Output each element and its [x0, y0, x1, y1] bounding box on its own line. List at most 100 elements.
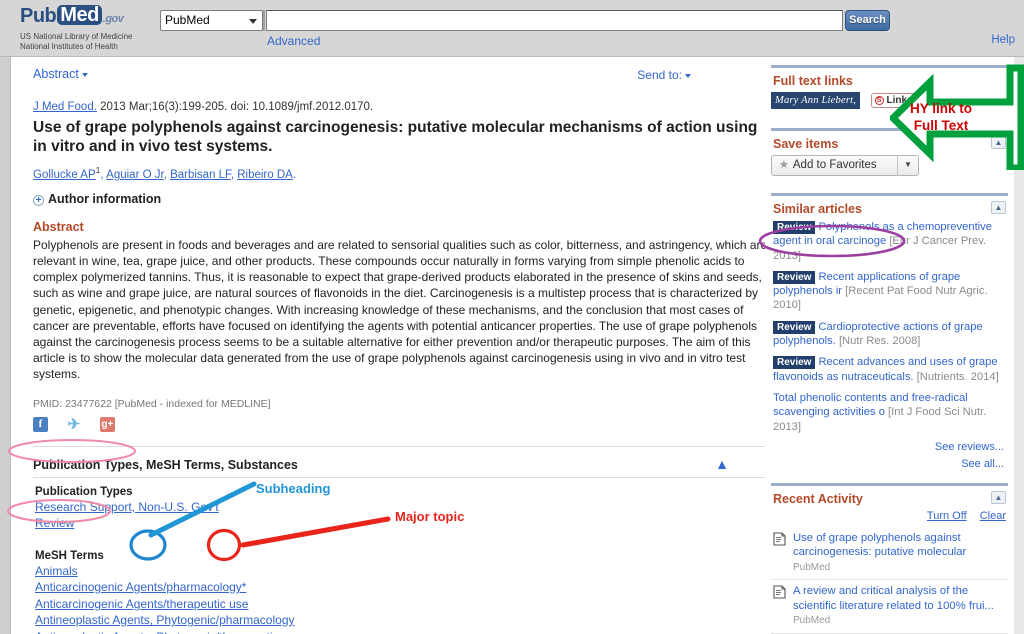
similar-article-item[interactable]: Review Polyphenols as a chemopreventive a…	[773, 220, 1008, 263]
logo-wordmark: Pub Med .gov	[20, 5, 160, 29]
logo-subtitle-line2: National Institutes of Health	[20, 41, 118, 51]
review-badge: Review	[773, 221, 816, 234]
full-text-links-row: Mary Ann Liebert, S Links	[771, 92, 1008, 110]
linkout-icon: S	[874, 96, 884, 106]
review-badge: Review	[773, 320, 816, 334]
review-badge: Review	[773, 356, 816, 370]
document-icon	[773, 585, 786, 599]
star-icon: ★	[779, 159, 789, 171]
author-information-toggle[interactable]: + Author information	[33, 192, 751, 206]
site-header: Pub Med .gov US National Library of Medici…	[0, 0, 1024, 57]
article-title: Use of grape polyphenols against carcino…	[33, 119, 758, 155]
page-scrollbar-right[interactable]	[1014, 57, 1024, 634]
recent-activity-title[interactable]: Use of grape polyphenols against carcino…	[793, 532, 966, 559]
publisher-logo-link[interactable]: Mary Ann Liebert,	[771, 92, 861, 110]
sidebar-divider	[771, 482, 1008, 486]
linkout-links-button[interactable]: S Links	[870, 93, 919, 109]
similar-article-item[interactable]: Review Cardioprotective actions of grape …	[773, 320, 1008, 349]
collapse-mesh-section-button[interactable]: ▲	[715, 456, 729, 472]
pubmed-abstract-page: Pub Med .gov US National Library of Medici…	[0, 0, 1024, 634]
mesh-terms-group: MeSH Terms Animals Anticarcinogenic Agen…	[23, 550, 751, 634]
publication-types-group: Publication Types Research Support, Non-…	[23, 486, 751, 532]
similar-article-item[interactable]: Total phenolic contents and free-radical…	[773, 391, 1008, 434]
publication-types-title: Publication Types	[35, 485, 133, 498]
sidebar-divider	[771, 128, 1008, 131]
full-text-links-label: Full text links	[773, 74, 853, 88]
author-4[interactable]: Ribeiro DA	[237, 169, 293, 181]
mesh-section-heading: Publication Types, MeSH Terms, Substance…	[33, 456, 773, 472]
mesh-term-item[interactable]: Antineoplastic Agents, Phytogenic/therap…	[35, 629, 301, 634]
citation-line: J Med Food. 2013 Mar;16(3):199-205. doi:…	[33, 101, 751, 113]
recent-activity-db: PubMed	[793, 615, 831, 627]
logo-part-pub: Pub	[20, 5, 57, 27]
section-divider	[33, 445, 773, 447]
save-items-heading: Save items ▲	[773, 136, 1008, 151]
journal-link[interactable]: J Med Food.	[33, 101, 97, 113]
publication-type-item[interactable]: Research Support, Non-U.S. Gov't	[35, 499, 219, 516]
page-scrollbar-left[interactable]	[0, 57, 11, 634]
logo-subtitle: US National Library of Medicine National…	[20, 32, 160, 51]
author-1[interactable]: Gollucke AP	[33, 169, 96, 181]
search-input[interactable]	[266, 10, 843, 31]
advanced-search-link[interactable]: Advanced	[267, 34, 320, 48]
save-items-label: Save items	[773, 137, 839, 151]
mesh-term-item[interactable]: Anticarcinogenic Agents/therapeutic use	[35, 596, 248, 613]
mesh-term-item[interactable]: Animals	[35, 563, 78, 580]
linkout-links-label: Links	[886, 95, 913, 107]
sidebar-divider	[771, 65, 1008, 68]
chevron-down-icon	[685, 73, 691, 78]
citation-details: 2013 Mar;16(3):199-205. doi: 10.1089/jmf…	[96, 101, 374, 113]
pmid-line: PMID: 23477622 [PubMed - indexed for MED…	[33, 397, 271, 410]
collapse-similar-articles-button[interactable]: ▲	[991, 201, 1006, 214]
author-1-affiliation-marker: 1	[95, 165, 101, 175]
favorites-dropdown-toggle[interactable]: ▼	[897, 155, 918, 176]
mesh-term-item[interactable]: Antineoplastic Agents, Phytogenic/pharma…	[35, 612, 295, 629]
similar-articles-label: Similar articles	[773, 202, 862, 216]
display-options-row: Abstract Send to:	[23, 57, 751, 87]
mesh-term-item[interactable]: Anticarcinogenic Agents/pharmacology*	[35, 579, 246, 596]
add-to-favorites-label: Add to Favorites	[792, 159, 877, 171]
author-list: Gollucke AP1, Aguiar O Jr, Barbisan LF, …	[33, 165, 297, 181]
recent-activity-title[interactable]: A review and critical analysis of the sc…	[793, 585, 994, 612]
database-select[interactable]: PubMed	[160, 10, 263, 31]
recent-activity-item[interactable]: Use of grape polyphenols against carcino…	[771, 527, 1008, 581]
full-text-links-heading: Full text links	[773, 74, 1008, 88]
plus-icon: +	[33, 194, 44, 206]
author-3[interactable]: Barbisan LF	[170, 169, 231, 181]
send-to-menu[interactable]: Send to:	[637, 68, 691, 82]
review-badge: Review	[773, 270, 816, 284]
google-plus-icon[interactable]: g+	[99, 416, 115, 432]
similar-article-journal: [Nutrients. 2014]	[916, 370, 999, 383]
collapse-save-items-button[interactable]: ▲	[991, 136, 1006, 149]
mesh-section-divider	[33, 476, 773, 478]
document-icon	[773, 532, 786, 546]
chevron-down-icon	[249, 19, 257, 24]
author-information-label: Author information	[48, 191, 162, 206]
author-1-name: Gollucke AP	[33, 168, 96, 181]
see-reviews-link[interactable]: See reviews...	[771, 441, 1004, 453]
send-to-label: Send to:	[637, 68, 682, 82]
collapse-recent-activity-button[interactable]: ▲	[991, 490, 1006, 504]
similar-article-item[interactable]: Review Recent applications of grape polyp…	[773, 270, 1008, 313]
turn-off-link[interactable]: Turn Off	[927, 510, 967, 522]
add-to-favorites-button[interactable]: ★ Add to Favorites ▼	[771, 155, 919, 176]
help-link[interactable]: Help	[991, 34, 1015, 46]
pubmed-logo[interactable]: Pub Med .gov US National Library of Medici…	[20, 5, 160, 51]
display-format-toggle[interactable]: Abstract	[33, 67, 88, 81]
author-2[interactable]: Aguiar O Jr	[106, 169, 164, 181]
see-all-link[interactable]: See all...	[771, 458, 1004, 470]
logo-part-med: Med	[57, 5, 102, 25]
similar-article-journal: [Nutr Res. 2008]	[838, 335, 921, 348]
similar-article-item[interactable]: Review Recent advances and uses of grape …	[773, 355, 1008, 384]
mesh-section-heading-label: Publication Types, MeSH Terms, Substance…	[33, 457, 298, 472]
recent-activity-item[interactable]: A review and critical analysis of the sc…	[771, 580, 1008, 634]
similar-articles-heading: Similar articles ▲	[773, 201, 1008, 216]
clear-link[interactable]: Clear	[980, 510, 1006, 522]
search-button[interactable]: Search	[845, 10, 890, 31]
twitter-icon[interactable]: ✈	[66, 417, 81, 432]
recent-activity-actions: Turn Off Clear	[771, 510, 1006, 522]
mesh-terms-title: MeSH Terms	[35, 549, 104, 562]
facebook-icon[interactable]: f	[33, 416, 48, 432]
publication-type-item[interactable]: Review	[35, 515, 74, 532]
select-divider	[263, 10, 265, 31]
